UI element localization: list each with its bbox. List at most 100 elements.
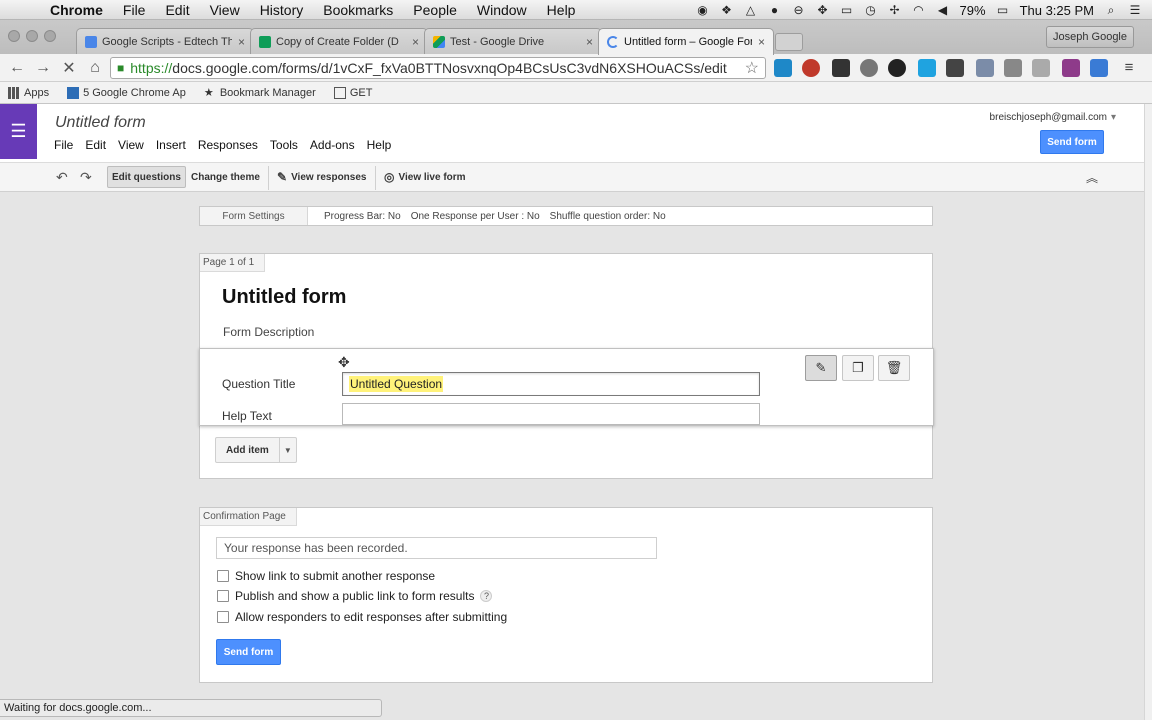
add-item-button[interactable]: Add item [216,438,280,462]
menu-edit[interactable]: Edit [85,138,118,152]
edit-questions-button[interactable]: Edit questions [107,166,186,188]
send-form-button-bottom[interactable]: Send form [216,639,281,665]
battery-icon[interactable]: ▭ [996,3,1010,17]
extension-shield-icon[interactable] [832,59,850,77]
extension-film-icon[interactable] [946,59,964,77]
question-title-input[interactable]: Untitled Question [342,372,760,396]
duplicate-question-button[interactable]: ❐ [842,355,874,381]
bluetooth-icon[interactable]: ✢ [888,3,902,17]
menubar-item-bookmarks[interactable]: Bookmarks [313,2,403,18]
tab-untitled-form[interactable]: Untitled form – Google For × [598,28,774,55]
account-switcher[interactable]: breischjoseph@gmail.com ▾ [990,112,1116,123]
volume-icon[interactable]: ◀ [936,3,950,17]
time-machine-icon[interactable]: ◷ [864,3,878,17]
tab-test-google-drive[interactable]: Test - Google Drive × [424,28,602,54]
collapse-toolbar-icon[interactable]: ︽ [1086,169,1098,186]
screen-record-icon[interactable]: ◉ [696,3,710,17]
tab-close-icon[interactable]: × [580,35,593,49]
bookmark-star-icon[interactable]: ☆ [745,58,759,78]
allow-edit-checkbox[interactable] [217,611,229,623]
redo-icon[interactable]: ↷ [80,169,92,186]
tab-close-icon[interactable]: × [752,35,765,49]
change-theme-button[interactable]: Change theme [187,166,264,188]
extension-audio-icon[interactable] [860,59,878,77]
drive-icon[interactable]: △ [744,3,758,17]
tab-close-icon[interactable]: × [232,35,245,49]
menubar-item-edit[interactable]: Edit [155,2,199,18]
menu-tools[interactable]: Tools [270,138,310,152]
undo-icon[interactable]: ↶ [56,169,68,186]
tab-close-icon[interactable]: × [406,35,419,49]
extension-screen-icon[interactable] [976,59,994,77]
publish-results-checkbox[interactable] [217,590,229,602]
notification-icon[interactable]: ● [768,3,782,17]
airplay-icon[interactable]: ▭ [840,3,854,17]
view-live-form-button[interactable]: ◎ View live form [380,166,470,188]
extension-mail-icon[interactable] [1004,59,1022,77]
menubar-item-window[interactable]: Window [467,2,537,18]
forward-icon[interactable]: → [30,59,56,77]
minimize-window-icon[interactable] [26,30,38,42]
menu-file[interactable]: File [54,138,85,152]
close-window-icon[interactable] [8,30,20,42]
form-description[interactable]: Form Description [223,325,314,339]
question-editor[interactable]: ✥ Question Title Untitled Question Help … [199,348,934,426]
menu-insert[interactable]: Insert [156,138,198,152]
view-responses-button[interactable]: ✎ View responses [273,166,370,188]
show-link-checkbox[interactable] [217,570,229,582]
zoom-window-icon[interactable] [44,30,56,42]
edit-question-button[interactable]: ✎ [805,355,837,381]
wifi-icon[interactable]: ◠ [912,3,926,17]
menubar-item-people[interactable]: People [403,2,467,18]
bookmark-apps[interactable]: Apps [8,86,49,99]
bookmark-manager[interactable]: ★ Bookmark Manager [204,87,316,99]
bookmark-get[interactable]: GET [333,86,372,99]
notification-center-icon[interactable]: ☰ [1128,3,1142,17]
forms-menu-icon[interactable]: ☰ [0,104,37,159]
menubar-item-chrome[interactable]: Chrome [40,2,113,18]
add-item-dropdown-icon[interactable]: ▼ [280,438,296,462]
spotlight-icon[interactable]: ⌕ [1104,3,1118,17]
help-icon[interactable]: ? [480,590,493,602]
allow-edit-option[interactable]: Allow responders to edit responses after… [217,610,507,624]
confirmation-message-input[interactable]: Your response has been recorded. [216,537,657,559]
delete-question-button[interactable]: 🗑 [878,355,910,381]
menubar-item-history[interactable]: History [250,2,314,18]
menubar-item-view[interactable]: View [200,2,250,18]
menu-responses[interactable]: Responses [198,138,270,152]
form-settings-label[interactable]: Form Settings [200,207,308,225]
menu-addons[interactable]: Add-ons [310,138,367,152]
dropbox-icon[interactable]: ❖ [720,3,734,17]
menubar-item-help[interactable]: Help [537,2,586,18]
extension-translate-icon[interactable] [1090,59,1108,77]
show-link-option[interactable]: Show link to submit another response [217,569,435,583]
new-tab-button[interactable] [775,33,803,51]
extension-purple-icon[interactable] [1062,59,1080,77]
send-form-button[interactable]: Send form [1040,130,1104,154]
menu-view[interactable]: View [118,138,156,152]
back-icon[interactable]: ← [4,59,30,77]
tab-copy-of-create-folder[interactable]: Copy of Create Folder (D × [250,28,428,54]
help-text-input[interactable] [342,403,760,425]
battery-percent[interactable]: 79% [960,3,986,18]
profile-button[interactable]: Joseph Google [1046,26,1134,48]
sync-icon[interactable]: ⊖ [792,3,806,17]
dropbox-alt-icon[interactable]: ✥ [816,3,830,17]
extension-red-icon[interactable] [802,59,820,77]
extension-chart-icon[interactable] [1032,59,1050,77]
form-settings-bar[interactable]: Form Settings Progress Bar: No One Respo… [199,206,933,226]
publish-results-option[interactable]: Publish and show a public link to form r… [217,589,493,603]
extension-s-icon[interactable] [774,59,792,77]
drag-handle-icon[interactable]: ✥ [338,354,350,371]
page-scrollbar[interactable] [1144,104,1152,720]
form-title[interactable]: Untitled form [222,286,346,309]
extension-d-icon[interactable] [918,59,936,77]
menu-help[interactable]: Help [367,138,404,152]
address-bar[interactable]: ■ https:// docs.google.com/forms/d/1vCxF… [110,57,766,79]
stop-loading-icon[interactable]: ✕ [56,58,82,78]
menubar-item-file[interactable]: File [113,2,156,18]
tab-google-scripts[interactable]: Google Scripts - Edtech Th × [76,28,254,54]
home-icon[interactable]: ⌂ [82,59,108,77]
extension-circle-icon[interactable] [888,59,906,77]
bookmark-chrome-apps[interactable]: 5 Google Chrome Ap [67,86,186,99]
